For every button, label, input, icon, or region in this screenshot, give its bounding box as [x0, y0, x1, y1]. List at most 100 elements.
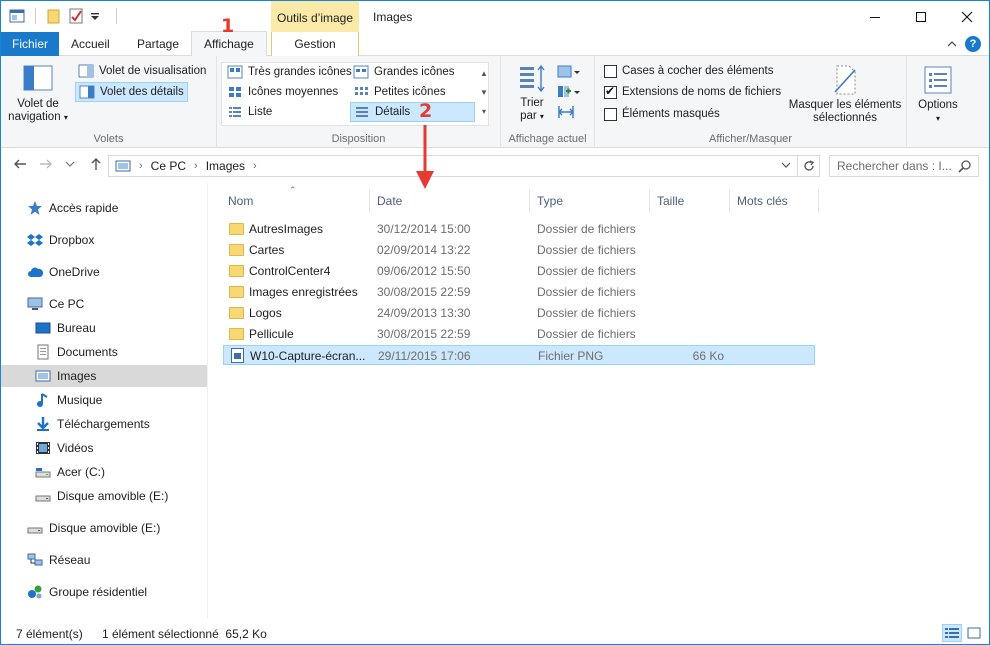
cell-name: Images enregistrées — [249, 285, 358, 299]
sidebar-item-videos[interactable]: Vidéos — [1, 437, 207, 459]
tab-share[interactable]: Partage — [125, 32, 191, 56]
group-show-hide: Cases à cocher des éléments Extensions d… — [595, 56, 907, 148]
sidebar-item-this-pc[interactable]: Ce PC — [1, 293, 207, 315]
collapse-ribbon-chevron-icon[interactable] — [947, 39, 957, 49]
cell-date: 30/08/2015 22:59 — [377, 285, 471, 299]
column-header-type[interactable]: Type — [529, 189, 650, 213]
layout-medium-icons[interactable]: Icônes moyennes — [224, 82, 341, 102]
file-extensions-toggle[interactable]: Extensions de noms de fichiers — [601, 82, 784, 102]
table-row[interactable]: Pellicule 30/08/2015 22:59 Dossier de fich… — [223, 324, 815, 344]
annotation-step-2: 2 — [419, 100, 433, 122]
search-box[interactable]: Rechercher dans : I... — [829, 155, 979, 177]
forward-button[interactable] — [39, 157, 53, 171]
table-row[interactable]: W10-Capture-écran... 29/11/2015 17:06 Fich… — [223, 345, 815, 365]
breadcrumb-this-pc[interactable]: Ce PC — [151, 159, 186, 173]
table-row[interactable]: Cartes 02/09/2014 13:22 Dossier de fichier… — [223, 240, 815, 260]
column-header-name[interactable]: Nom — [220, 189, 370, 213]
cell-type: Dossier de fichiers — [537, 285, 636, 299]
folder-icon — [229, 265, 244, 277]
options-button[interactable]: Options ▾ — [913, 64, 963, 125]
qat-customize-chevron-icon[interactable] — [90, 8, 106, 24]
medium-icons-icon — [229, 87, 241, 97]
help-icon[interactable]: ? — [965, 36, 981, 52]
sort-by-button[interactable]: Trier par ▾ — [511, 64, 553, 123]
cell-type: Dossier de fichiers — [537, 243, 636, 257]
extra-large-icons-icon — [227, 65, 243, 79]
up-button[interactable] — [89, 157, 103, 171]
item-checkboxes-checkbox[interactable] — [604, 64, 617, 78]
breadcrumb-separator-icon[interactable]: › — [253, 160, 257, 172]
item-checkboxes-toggle[interactable]: Cases à cocher des éléments — [601, 61, 777, 81]
table-row[interactable]: ControlCenter4 09/06/2012 15:50 Dossier de… — [223, 261, 815, 281]
file-extensions-checkbox[interactable] — [604, 84, 617, 99]
back-button[interactable] — [13, 157, 27, 171]
sidebar-item-music[interactable]: Musique — [1, 389, 207, 411]
sidebar-item-removable-e[interactable]: Disque amovible (E:) — [1, 485, 207, 507]
table-row[interactable]: AutresImages 30/12/2014 15:00 Dossier de f… — [223, 219, 815, 239]
size-columns-icon — [558, 106, 574, 118]
sidebar-item-drive-c[interactable]: Acer (C:) — [1, 461, 207, 483]
sidebar-item-dropbox[interactable]: Dropbox — [1, 229, 207, 251]
layout-large-icons[interactable]: Grandes icônes — [350, 62, 458, 82]
breadcrumb-separator-icon[interactable]: › — [139, 160, 143, 172]
cell-type: Dossier de fichiers — [537, 222, 636, 236]
properties-icon[interactable] — [68, 8, 84, 24]
maximize-button[interactable] — [898, 1, 944, 32]
layout-list[interactable]: Liste — [224, 102, 275, 122]
explorer-window-icon[interactable] — [9, 8, 25, 24]
search-input[interactable]: Rechercher dans : I... — [837, 159, 952, 173]
details-pane-button[interactable]: Volet des détails — [75, 82, 188, 102]
large-icons-icon — [967, 627, 981, 639]
large-icons-view-toggle[interactable] — [964, 624, 984, 642]
hide-selected-label: Masquer les éléments sélectionnés — [788, 99, 902, 124]
layout-extra-large-icons[interactable]: Très grandes icônes — [224, 62, 355, 82]
refresh-button[interactable] — [798, 155, 820, 177]
new-folder-icon[interactable] — [46, 8, 62, 24]
breadcrumb-images[interactable]: Images — [206, 159, 245, 173]
sidebar-item-documents[interactable]: Documents — [1, 341, 207, 363]
column-header-size[interactable]: Taille — [649, 189, 730, 213]
layout-gallery-scroll[interactable]: ▲ ▼ ▾ — [479, 64, 489, 121]
column-header-tags[interactable]: Mots clés — [729, 189, 819, 213]
cell-size: 66 Ko — [692, 349, 724, 363]
minimize-button[interactable] — [852, 1, 898, 32]
recent-locations-button[interactable] — [65, 159, 75, 169]
sidebar-item-label: Accès rapide — [49, 201, 119, 215]
sidebar-item-desktop[interactable]: Bureau — [1, 317, 207, 339]
sidebar-item-downloads[interactable]: Téléchargements — [1, 413, 207, 435]
search-icon[interactable] — [958, 159, 972, 173]
pictures-folder-icon — [115, 160, 131, 172]
hidden-items-toggle[interactable]: Éléments masqués — [601, 104, 723, 124]
navigation-pane-button[interactable]: Volet de navigation ▾ — [7, 64, 69, 124]
sidebar-item-network[interactable]: Réseau — [1, 549, 207, 571]
column-header-date[interactable]: Date — [369, 189, 530, 213]
table-row[interactable]: Images enregistrées 30/08/2015 22:59 Dossi… — [223, 282, 815, 302]
preview-pane-button[interactable]: Volet de visualisation — [75, 61, 209, 81]
group-by-button[interactable] — [557, 64, 583, 80]
sidebar-item-images[interactable]: Images — [1, 365, 207, 387]
breadcrumb-separator-icon[interactable]: › — [194, 160, 198, 172]
table-row[interactable]: Logos 24/09/2013 13:30 Dossier de fichiers — [223, 303, 815, 323]
tab-manage[interactable]: Gestion — [271, 32, 359, 56]
add-columns-button[interactable] — [557, 84, 583, 100]
navigation-pane: Accès rapide Dropbox OneDrive Ce PC Bure… — [1, 183, 208, 619]
dropbox-icon — [27, 234, 43, 246]
sidebar-item-homegroup[interactable]: Groupe résidentiel — [1, 581, 207, 603]
hide-selected-button[interactable]: Masquer les éléments sélectionnés — [787, 64, 903, 125]
cell-date: 02/09/2014 13:22 — [377, 243, 471, 257]
address-bar[interactable]: › Ce PC › Images › — [108, 155, 798, 177]
layout-details[interactable]: Détails — [350, 102, 475, 122]
details-view-toggle[interactable] — [942, 624, 962, 642]
layout-list-label: Liste — [248, 106, 273, 118]
size-columns-button[interactable] — [557, 104, 575, 120]
close-button[interactable] — [944, 1, 990, 32]
sidebar-item-onedrive[interactable]: OneDrive — [1, 261, 207, 283]
sidebar-item-quick-access[interactable]: Accès rapide — [1, 197, 207, 219]
hidden-items-checkbox[interactable] — [604, 107, 617, 121]
selection-info: 1 élément sélectionné 65,2 Ko — [102, 627, 267, 641]
tab-file[interactable]: Fichier — [1, 32, 59, 56]
address-history-button[interactable] — [781, 160, 791, 170]
tab-home[interactable]: Accueil — [59, 32, 122, 56]
layout-small-icons[interactable]: Petites icônes — [350, 82, 449, 102]
sidebar-item-removable-e-root[interactable]: Disque amovible (E:) — [1, 517, 207, 539]
